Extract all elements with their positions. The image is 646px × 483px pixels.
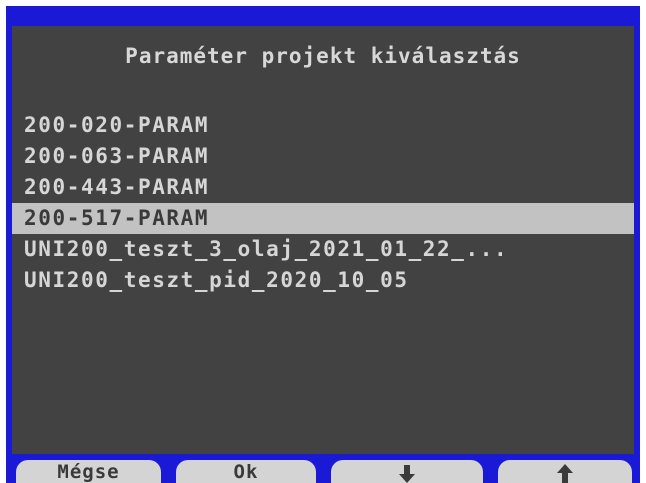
arrow-up-icon (557, 464, 573, 483)
cancel-button[interactable]: Mégse (16, 460, 161, 483)
list-item[interactable]: 200-063-PARAM (12, 141, 634, 172)
scroll-up-button[interactable] (498, 460, 632, 483)
list-item[interactable]: 200-020-PARAM (12, 110, 634, 141)
list-item[interactable]: 200-443-PARAM (12, 172, 634, 203)
project-list[interactable]: 200-020-PARAM 200-063-PARAM 200-443-PARA… (12, 110, 634, 296)
softkey-bar: Mégse Ok (6, 458, 640, 483)
arrow-down-icon (399, 465, 415, 483)
list-item[interactable]: UNI200_teszt_3_olaj_2021_01_22_... (12, 234, 634, 265)
device-screen: Paraméter projekt kiválasztás 200-020-PA… (6, 6, 640, 483)
selection-dialog: Paraméter projekt kiválasztás 200-020-PA… (12, 26, 634, 454)
list-item[interactable]: UNI200_teszt_pid_2020_10_05 (12, 265, 634, 296)
list-item-selected[interactable]: 200-517-PARAM (12, 203, 634, 234)
dialog-title: Paraméter projekt kiválasztás (125, 44, 521, 68)
ok-button-label: Ok (233, 461, 259, 483)
scroll-down-button[interactable] (331, 460, 483, 483)
ok-button[interactable]: Ok (176, 460, 316, 483)
cancel-button-label: Mégse (57, 461, 120, 483)
